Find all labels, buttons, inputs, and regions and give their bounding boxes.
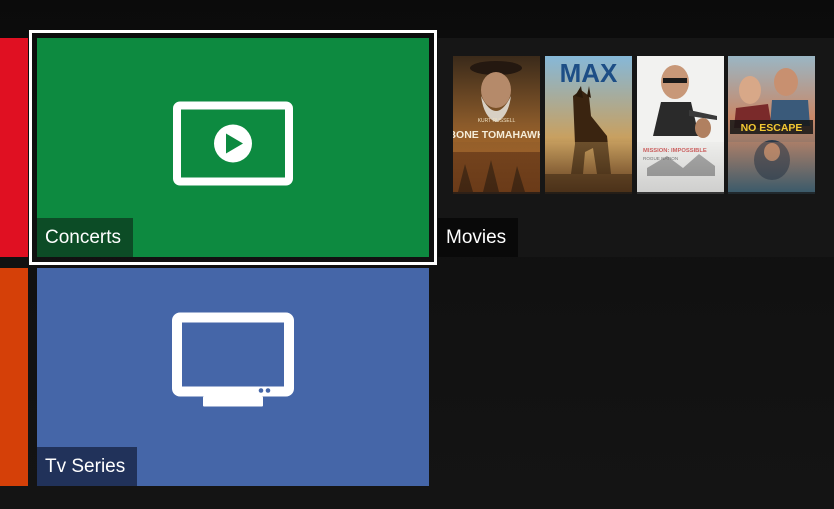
svg-text:NO ESCAPE: NO ESCAPE bbox=[741, 122, 803, 134]
partial-tile-left-orange[interactable] bbox=[0, 268, 28, 486]
concerts-tile[interactable]: Concerts bbox=[37, 38, 429, 257]
tv-icon bbox=[172, 312, 294, 416]
svg-text:MAX: MAX bbox=[560, 58, 618, 88]
movies-tile[interactable]: KURT RUSSELL BONE TOMAHAWK MAX MISSION: … bbox=[438, 38, 834, 257]
poster-reflection bbox=[545, 142, 632, 194]
video-play-icon bbox=[173, 101, 293, 190]
poster-strip: KURT RUSSELL BONE TOMAHAWK MAX MISSION: … bbox=[453, 56, 833, 252]
poster-reflection bbox=[728, 142, 815, 194]
tv-series-label: Tv Series bbox=[37, 447, 138, 486]
svg-text:BONE TOMAHAWK: BONE TOMAHAWK bbox=[453, 129, 540, 141]
home-screen: Concerts Tv Series KURT RUSSELL BONE TOM… bbox=[0, 0, 834, 509]
svg-text:KURT RUSSELL: KURT RUSSELL bbox=[478, 118, 516, 124]
movies-label: Movies bbox=[438, 218, 519, 257]
poster-reflection bbox=[453, 142, 540, 194]
poster-reflection bbox=[637, 142, 724, 194]
partial-tile-left-red[interactable] bbox=[0, 38, 28, 257]
concerts-label: Concerts bbox=[37, 218, 134, 257]
tv-series-tile[interactable]: Tv Series bbox=[37, 268, 429, 486]
